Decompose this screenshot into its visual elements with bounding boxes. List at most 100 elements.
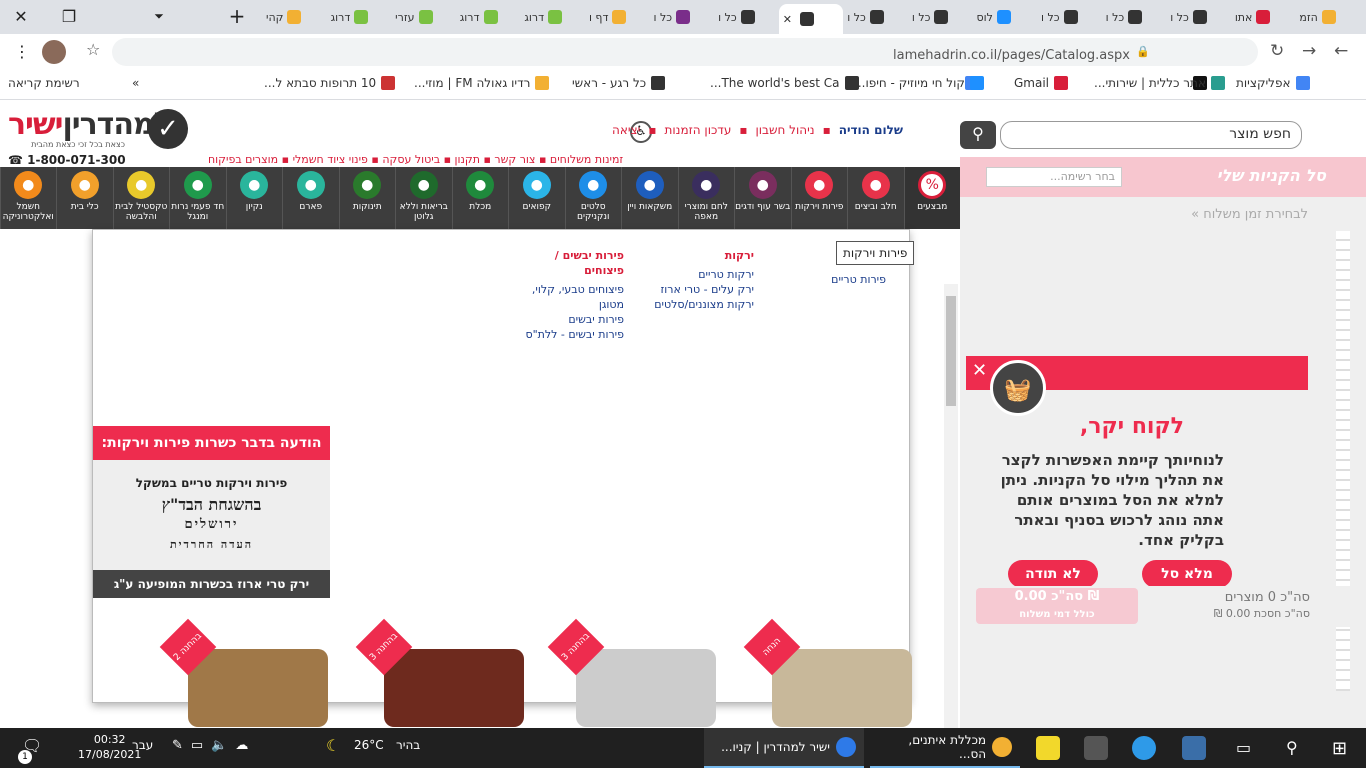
browser-tab[interactable]: אתו	[1231, 5, 1296, 29]
menu-link[interactable]: ירקות טריים	[654, 267, 754, 282]
new-tab-icon[interactable]: +	[224, 4, 250, 28]
close-icon[interactable]: ✕	[972, 360, 987, 381]
category-item[interactable]: ● מכלת	[451, 167, 509, 229]
clock[interactable]: 00:32 17/08/2021	[78, 732, 141, 762]
bookmark-item[interactable]: 10 תרופות סבתא ל...	[264, 76, 396, 90]
address-bar[interactable]: lamehadrin.co.il/pages/Catalog.aspx 🔒	[112, 38, 1258, 66]
total-sum-box[interactable]: סה"כ 0.00 ₪ כולל דמי משלוח	[976, 588, 1138, 624]
product-card[interactable]: הנחה	[743, 618, 922, 727]
category-item[interactable]: ● קפואים	[508, 167, 565, 229]
menu-link[interactable]: פירות יבשים	[514, 312, 624, 327]
category-item[interactable]: ● חלב וביצים	[847, 167, 904, 229]
restore-window-icon[interactable]: ❐	[56, 5, 82, 27]
browser-tab[interactable]: כל ו	[1166, 5, 1231, 29]
search-icon[interactable]: ⚲	[1286, 738, 1298, 757]
bookmark-item[interactable]: כל רגע - ראשי	[572, 76, 666, 90]
category-item[interactable]: ● לחם ומוצרי מאפה	[677, 167, 735, 229]
category-item[interactable]: ● בשר עוף ודגים	[734, 167, 791, 229]
tab-label: הזמ	[1299, 10, 1318, 24]
browser-tab[interactable]: כל ו	[714, 5, 779, 29]
browser-tab[interactable]: כל ו	[843, 5, 908, 29]
bookmark-item[interactable]: The world's best Ca...	[710, 76, 859, 90]
menu-link[interactable]: פיצוחים טבעי, קלוי, מטוגן	[514, 282, 624, 312]
menu-link[interactable]: פירות טריים	[831, 272, 886, 287]
bookmark-item[interactable]: אתר כללית | שירותי...	[1094, 76, 1225, 90]
site-logo[interactable]: למהדריןישיר כצאת בכל זכי כצאת מהבית ✓	[6, 107, 188, 151]
category-item[interactable]: ● פארם	[282, 167, 339, 229]
nav-logout[interactable]: יציאה	[612, 123, 640, 137]
category-item[interactable]: ● כלי בית	[56, 167, 113, 229]
menu-link[interactable]: פירות יבשים - ללת"ס	[514, 327, 624, 342]
category-item[interactable]: ● תינוקות	[338, 167, 396, 229]
category-item[interactable]: ● נקיון	[225, 167, 283, 229]
category-item[interactable]: ● חשמל ואלקטרוניקה	[0, 167, 56, 229]
store-icon[interactable]	[1084, 736, 1108, 760]
back-icon[interactable]: ←	[1334, 41, 1348, 61]
browser-tab[interactable]: ✕	[778, 4, 844, 34]
browser-tab[interactable]: דף ו	[585, 5, 650, 29]
mail-icon[interactable]	[1182, 736, 1206, 760]
search-button[interactable]: ⚲	[960, 121, 996, 149]
reload-icon[interactable]: ↻	[1270, 41, 1284, 61]
taskbar-app-2[interactable]: מכללת איתנים, הס...	[870, 728, 1020, 768]
browser-tab[interactable]: כל ו	[1102, 5, 1167, 29]
bookmark-label: אתר כללית | שירותי...	[1094, 76, 1206, 90]
tray-icons[interactable]: ✎▭🔈☁	[172, 738, 256, 753]
category-icon: ●	[353, 171, 382, 199]
nav-account[interactable]: ניהול חשבון	[756, 123, 815, 137]
list-select[interactable]: בחר רשימה...	[986, 167, 1122, 187]
browser-tab[interactable]: כל ו	[1037, 5, 1102, 29]
product-card[interactable]: 3 בהחנה	[355, 618, 534, 727]
category-icon: ●	[183, 171, 212, 199]
task-view-icon[interactable]: ▭	[1236, 738, 1251, 757]
bookmark-item[interactable]: קול חי מיוזיק - חיפו...	[854, 76, 984, 90]
product-search-input[interactable]: חפש מוצר	[1000, 121, 1302, 149]
menu-dots-icon[interactable]: ⋮	[14, 42, 30, 61]
category-item[interactable]: % מבצעים	[903, 167, 960, 229]
browser-tab[interactable]: כל ו	[908, 5, 973, 29]
edge-icon[interactable]	[1132, 736, 1156, 760]
nav-orders[interactable]: עדכון הזמנות	[665, 123, 732, 137]
product-card[interactable]: 3 בהחנה	[547, 618, 726, 727]
secondary-nav[interactable]: זמינות משלוחים ▪ צור קשר ▪ תקנון ▪ ביטול…	[208, 153, 623, 166]
browser-tab[interactable]: קהי	[262, 5, 327, 29]
bookmark-item[interactable]: Gmail	[1014, 76, 1069, 90]
menu-heading[interactable]: פירות יבשים / פיצוחים	[514, 248, 624, 278]
menu-link[interactable]: ירק עלים - טרי ארוז	[654, 282, 755, 297]
page-scrollbar[interactable]	[944, 284, 958, 728]
no-thanks-button[interactable]: לא תודה	[1008, 560, 1098, 588]
browser-tab[interactable]: הזמ	[1295, 5, 1360, 29]
bookmark-item[interactable]: »	[132, 76, 139, 90]
browser-tab[interactable]: לוס	[972, 5, 1037, 29]
category-item[interactable]: ● בריאות וללא גלוטן	[395, 167, 452, 229]
menu-link[interactable]: ירקות מצוננים/סלטים	[654, 297, 754, 312]
product-card[interactable]: 2 בהחנה	[159, 618, 338, 727]
fill-cart-button[interactable]: מלא סל	[1142, 560, 1232, 588]
delivery-time-link[interactable]: לבחירת זמן משלוח »	[1191, 207, 1308, 222]
scroll-thumb[interactable]	[946, 296, 956, 406]
forward-icon[interactable]: →	[1302, 41, 1316, 61]
menu-heading[interactable]: ירקות	[654, 248, 754, 263]
bookmark-item[interactable]: רשימת קריאה	[8, 76, 80, 90]
category-item[interactable]: ● טקסטיל לבית והלבשה	[112, 167, 170, 229]
category-item[interactable]: ● פירות וירקות	[790, 167, 848, 229]
bookmark-item[interactable]: רדיו גאולה FM | מוזי...	[414, 76, 550, 90]
sticky-notes-icon[interactable]	[1036, 736, 1060, 760]
category-item[interactable]: ● משקאות ויין	[621, 167, 678, 229]
browser-tab[interactable]: דרוג	[456, 5, 521, 29]
lock-icon: 🔒	[1136, 45, 1150, 58]
bookmark-item[interactable]: אפליקציות	[1236, 76, 1310, 90]
browser-tab[interactable]: דרוג	[520, 5, 585, 29]
browser-tab[interactable]: דרוג	[327, 5, 392, 29]
category-item[interactable]: ● סלטים ונקניקים	[564, 167, 622, 229]
profile-avatar[interactable]	[42, 40, 66, 64]
browser-tab[interactable]: עזרי	[391, 5, 456, 29]
browser-tab[interactable]: כל ו	[650, 5, 715, 29]
taskbar-app-1[interactable]: ישיר למהדרין | קניו...	[704, 728, 864, 768]
tab-search-icon[interactable]: ⏷	[146, 5, 172, 27]
close-window-icon[interactable]: ✕	[8, 5, 34, 27]
bookmark-star-icon[interactable]: ☆	[86, 40, 100, 59]
category-item[interactable]: ● חד פעמי נרות ומנגל	[169, 167, 226, 229]
windows-start-icon[interactable]: ⊞	[1332, 738, 1347, 759]
tab-close-icon[interactable]: ✕	[783, 13, 792, 26]
